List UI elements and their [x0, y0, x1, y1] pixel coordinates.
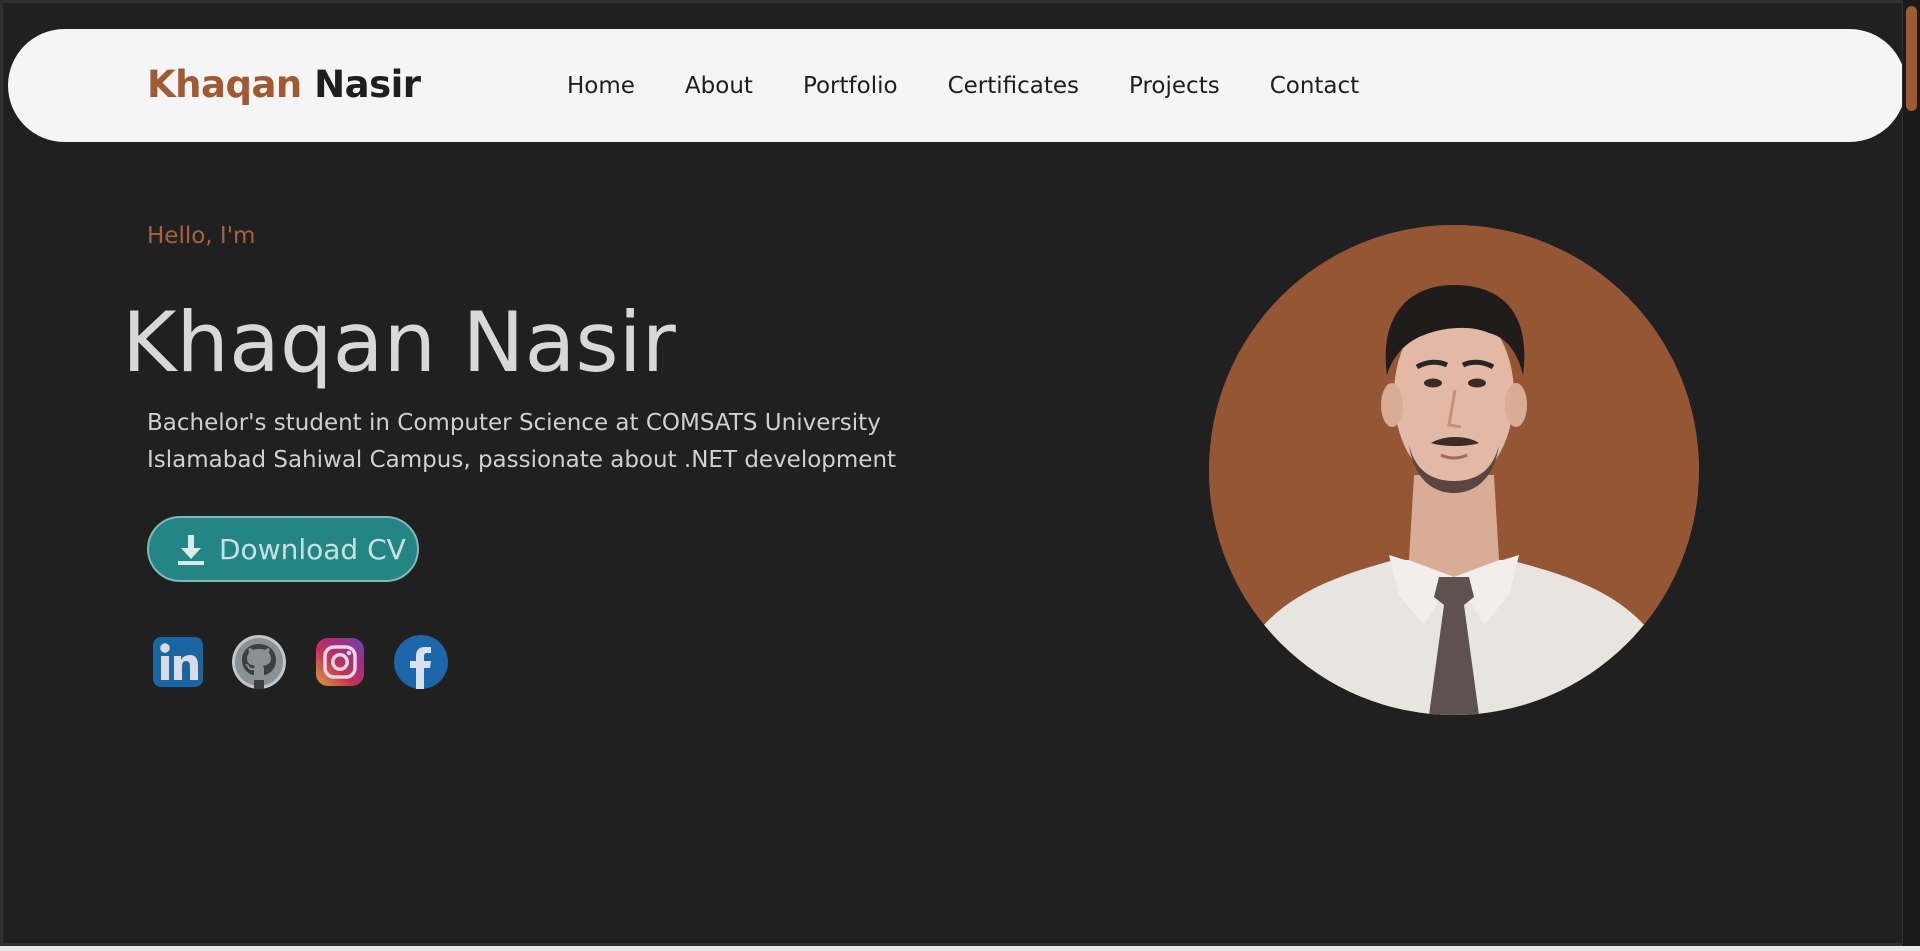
navbar: Khaqan Nasir Home About Portfolio Certif… [8, 29, 1902, 142]
social-links [151, 635, 448, 689]
instagram-icon[interactable] [313, 635, 367, 689]
download-cv-label: Download CV [219, 532, 406, 566]
logo-first-name: Khaqan [147, 63, 302, 106]
logo-last-name: Nasir [314, 63, 421, 106]
site-logo[interactable]: Khaqan Nasir [147, 63, 421, 107]
nav-portfolio[interactable]: Portfolio [803, 73, 898, 99]
download-cv-button[interactable]: Download CV [147, 516, 419, 582]
page-viewport: Khaqan Nasir Home About Portfolio Certif… [0, 0, 1905, 946]
scrollbar-thumb[interactable] [1906, 6, 1917, 111]
nav-projects[interactable]: Projects [1129, 73, 1220, 99]
github-icon[interactable] [232, 635, 286, 689]
profile-photo [1209, 225, 1699, 715]
nav-home[interactable]: Home [567, 73, 635, 99]
hero-tagline: Bachelor's student in Computer Science a… [147, 410, 897, 473]
hero-name: Khaqan Nasir [122, 294, 676, 391]
main-nav: Home About Portfolio Certificates Projec… [567, 29, 1409, 142]
portrait-illustration [1209, 225, 1699, 715]
hero-greeting: Hello, I'm [147, 223, 256, 249]
facebook-icon[interactable] [394, 635, 448, 689]
window-bottom-edge [0, 946, 1920, 951]
linkedin-icon[interactable] [151, 635, 205, 689]
nav-about[interactable]: About [685, 73, 753, 99]
download-icon [178, 535, 204, 565]
nav-certificates[interactable]: Certificates [948, 73, 1079, 99]
page-scrollbar[interactable] [1903, 0, 1920, 951]
nav-contact[interactable]: Contact [1270, 73, 1359, 99]
